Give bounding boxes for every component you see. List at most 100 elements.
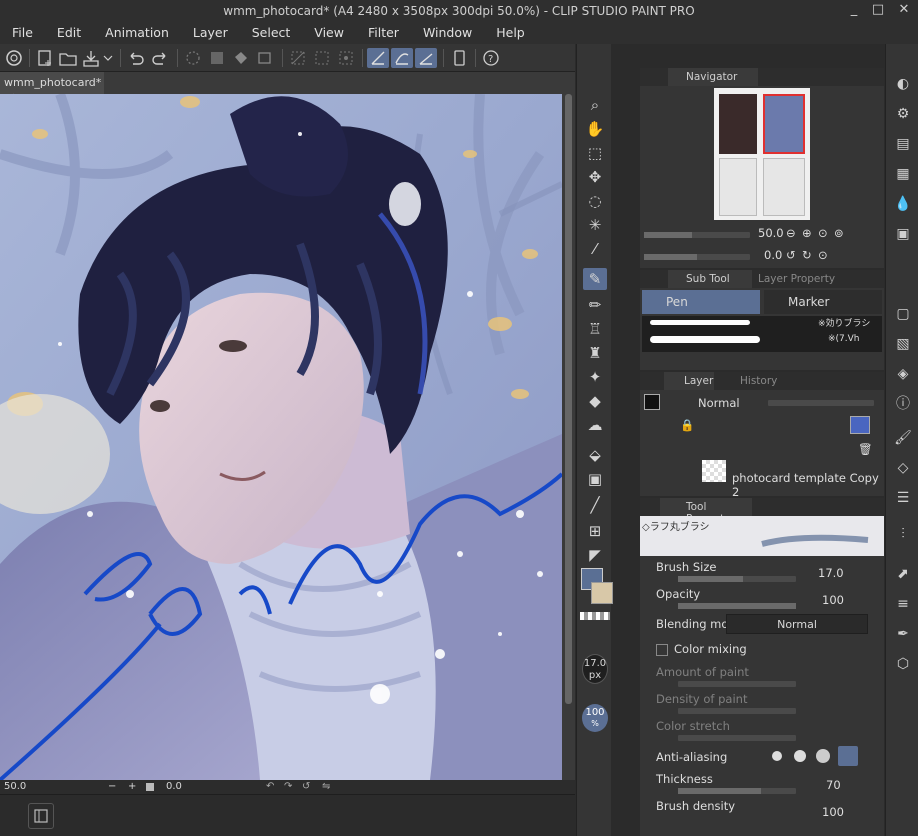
deselect-icon[interactable]: [287, 48, 309, 68]
layer-name[interactable]: photocard template Copy 2: [732, 471, 884, 499]
move-tool-icon[interactable]: ✥: [583, 166, 607, 188]
menu-window[interactable]: Window: [411, 22, 484, 44]
minimize-button[interactable]: _: [844, 2, 864, 20]
flip-icon[interactable]: ⇋: [322, 781, 330, 792]
navigator-fit-icon[interactable]: ⊚: [834, 226, 844, 240]
blending-mode-select[interactable]: Normal: [726, 614, 868, 634]
subtool-tab[interactable]: Sub Tool: [668, 270, 752, 288]
hand-tool-icon[interactable]: ✋: [583, 118, 607, 140]
fill-icon[interactable]: [206, 48, 228, 68]
approximate-color-icon[interactable]: 💧: [893, 194, 913, 214]
info-icon[interactable]: ⓘ: [893, 394, 913, 414]
selection-options-icon[interactable]: [335, 48, 357, 68]
navigator-preview[interactable]: [714, 88, 810, 220]
snap-ruler-icon[interactable]: [367, 48, 389, 68]
brush-density-value[interactable]: 100: [822, 805, 844, 819]
navigator-tab[interactable]: Navigator: [668, 68, 758, 86]
layer-opacity-slider[interactable]: [768, 400, 874, 406]
ruler-tool-icon[interactable]: ◤: [583, 544, 607, 566]
amount-of-paint-slider[interactable]: [678, 681, 796, 687]
save-dropdown-icon[interactable]: [101, 48, 115, 68]
document-tab[interactable]: wmm_photocard* ●: [0, 72, 104, 101]
color-stretch-slider[interactable]: [678, 735, 796, 741]
color-slider-icon[interactable]: ⚙: [893, 104, 913, 124]
decoration-tool-icon[interactable]: ✦: [583, 366, 607, 388]
open-folder-icon[interactable]: [57, 48, 79, 68]
layer-lock-icon[interactable]: 🔒: [680, 418, 694, 432]
zoom-out-button[interactable]: −: [108, 781, 116, 792]
color-mixing-checkbox[interactable]: [656, 644, 668, 656]
history-tab[interactable]: History: [740, 375, 777, 387]
material-icon[interactable]: ▢: [893, 304, 913, 324]
transform-icon[interactable]: [254, 48, 276, 68]
pen-icon[interactable]: ✒: [893, 624, 913, 644]
figure-tool-icon[interactable]: ╱: [583, 494, 607, 516]
anti-aliasing-options[interactable]: [768, 746, 864, 766]
cube-icon[interactable]: ⬡: [893, 654, 913, 674]
object-icon[interactable]: ◈: [893, 364, 913, 384]
layer-color-icon[interactable]: [850, 416, 870, 434]
rotation-readout[interactable]: 0.0: [166, 781, 182, 792]
brush-icon[interactable]: 🖌: [893, 428, 913, 448]
aa-weak-icon[interactable]: [794, 750, 806, 762]
tablet-icon[interactable]: [448, 48, 470, 68]
menu-view[interactable]: View: [302, 22, 356, 44]
opacity-value[interactable]: 100: [822, 593, 844, 607]
transparent-color-swatch[interactable]: [580, 612, 610, 620]
pencil-tool-icon[interactable]: ✏: [583, 294, 607, 316]
brush-item-2[interactable]: ※(7.Vh: [828, 334, 860, 344]
aa-none-icon[interactable]: [772, 751, 782, 761]
new-file-icon[interactable]: [34, 48, 56, 68]
layer-thumbnail[interactable]: [702, 460, 726, 482]
eraser-tool-icon[interactable]: ◆: [583, 390, 607, 412]
navigator-rotation-slider[interactable]: [644, 254, 750, 260]
export-icon[interactable]: ⬈: [893, 564, 913, 584]
navigator-zoom-out-icon[interactable]: ⊖: [786, 226, 796, 240]
image-icon[interactable]: ▧: [893, 334, 913, 354]
thickness-slider[interactable]: [678, 788, 796, 794]
save-icon[interactable]: [80, 48, 102, 68]
navigator-rotate-left-icon[interactable]: ↺: [786, 248, 796, 262]
sub-color-swatch[interactable]: [591, 582, 613, 604]
thickness-value[interactable]: 70: [826, 778, 841, 792]
fit-icon[interactable]: [146, 783, 154, 791]
layer-color-swatch[interactable]: [644, 394, 660, 410]
zoom-tool-icon[interactable]: ⌕: [583, 94, 607, 116]
drawing-canvas[interactable]: [0, 94, 562, 780]
invert-selection-icon[interactable]: [311, 48, 333, 68]
selection-tool-icon[interactable]: ◌: [583, 190, 607, 212]
layers-stack-icon[interactable]: ☰: [893, 488, 913, 508]
tool-property-tab[interactable]: Tool Property: [660, 498, 752, 525]
sliders-icon[interactable]: ⫶: [893, 524, 913, 544]
navigator-zoom-slider[interactable]: [644, 232, 750, 238]
airbrush-tool-icon[interactable]: ♜: [583, 342, 607, 364]
pen-subtool-group[interactable]: Pen: [642, 290, 760, 314]
brush-item-1[interactable]: ※効りブラシ: [818, 316, 870, 329]
clip-studio-icon[interactable]: [3, 48, 25, 68]
intermediate-color-icon[interactable]: ▦: [893, 164, 913, 184]
layer-icon[interactable]: ◇: [893, 458, 913, 478]
brush-size-value[interactable]: 17.0: [818, 566, 844, 580]
snap-grid-icon[interactable]: [415, 48, 437, 68]
redo-icon[interactable]: [149, 48, 171, 68]
rotate-left-icon[interactable]: ↶: [266, 781, 274, 792]
frame-tool-icon[interactable]: ⊞: [583, 520, 607, 542]
layer-tab[interactable]: Layer: [664, 372, 714, 390]
paint-bucket-icon[interactable]: [230, 48, 252, 68]
reset-rotation-icon[interactable]: ↺: [302, 781, 310, 792]
navigator-actual-size-icon[interactable]: ⊙: [818, 226, 828, 240]
menu-help[interactable]: Help: [484, 22, 537, 44]
layer-property-tab[interactable]: Layer Property: [758, 273, 835, 285]
navigator-zoom-in-icon[interactable]: ⊕: [802, 226, 812, 240]
help-icon[interactable]: ?: [480, 48, 502, 68]
zoom-readout[interactable]: 50.0: [4, 781, 26, 792]
aa-strong-icon[interactable]: [838, 746, 858, 766]
blend-tool-icon[interactable]: ☁: [583, 414, 607, 436]
color-history-icon[interactable]: ▣: [893, 224, 913, 244]
navigator-reset-icon[interactable]: ⊙: [818, 248, 828, 262]
menu-layer[interactable]: Layer: [181, 22, 240, 44]
menu-select[interactable]: Select: [240, 22, 303, 44]
menu-animation[interactable]: Animation: [93, 22, 181, 44]
operation-tool-icon[interactable]: ⬚: [583, 142, 607, 164]
close-button[interactable]: ✕: [894, 2, 914, 20]
